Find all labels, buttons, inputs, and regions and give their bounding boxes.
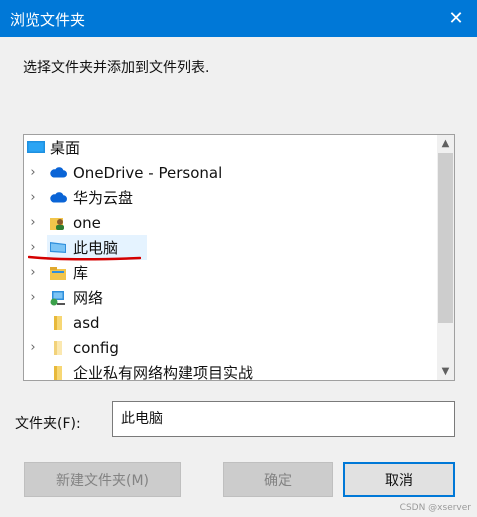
tree-item-label: OneDrive - Personal	[73, 163, 223, 182]
tree-item-label: asd	[73, 313, 100, 332]
watermark-text: CSDN @xserver	[399, 503, 471, 513]
scrollbar-thumb[interactable]	[438, 153, 453, 323]
chevron-right-icon[interactable]: ›	[27, 340, 39, 355]
cancel-button[interactable]: 取消	[343, 462, 455, 497]
tree-item-one[interactable]: › one	[24, 210, 437, 235]
chevron-right-icon[interactable]: ›	[27, 165, 39, 180]
tree-list: 桌面 › OneDrive - Personal › 华为云盘 › one › …	[24, 135, 437, 380]
window-title: 浏览文件夹	[10, 11, 86, 29]
tree-item-config[interactable]: › config	[24, 335, 437, 360]
scroll-up-icon[interactable]: ▲	[437, 135, 454, 152]
tree-item-library[interactable]: › 库	[24, 260, 437, 285]
scroll-down-icon[interactable]: ▼	[437, 363, 454, 380]
computer-icon	[49, 240, 67, 256]
network-icon	[49, 290, 67, 306]
vertical-scrollbar[interactable]: ▲ ▼	[437, 135, 454, 380]
folder-icon	[49, 340, 67, 356]
folder-tree[interactable]: 桌面 › OneDrive - Personal › 华为云盘 › one › …	[23, 134, 455, 381]
cloud-icon	[49, 165, 67, 181]
desktop-icon	[27, 140, 45, 156]
tree-item-label: 华为云盘	[73, 189, 134, 207]
tree-item-label: 网络	[73, 289, 104, 307]
tree-item-label: 企业私有网络构建项目实战	[73, 364, 254, 381]
folder-icon	[49, 365, 67, 381]
close-icon[interactable]: ✕	[435, 0, 477, 37]
tree-item-network[interactable]: › 网络	[24, 285, 437, 310]
title-bar: 浏览文件夹 ✕	[0, 0, 477, 37]
user-folder-icon	[49, 215, 67, 231]
tree-item-desktop[interactable]: 桌面	[24, 135, 437, 160]
folder-field-label: 文件夹(F):	[15, 416, 81, 432]
tree-item-huawei-cloud[interactable]: › 华为云盘	[24, 185, 437, 210]
folder-field-input[interactable]: 此电脑	[112, 401, 455, 437]
chevron-right-icon[interactable]: ›	[27, 265, 39, 280]
tree-item-label: config	[73, 338, 119, 357]
folder-icon	[49, 315, 67, 331]
library-icon	[49, 265, 67, 281]
new-folder-button[interactable]: 新建文件夹(M)	[24, 462, 181, 497]
tree-item-onedrive[interactable]: › OneDrive - Personal	[24, 160, 437, 185]
tree-item-label: 桌面	[50, 139, 81, 157]
cloud-icon	[49, 190, 67, 206]
chevron-right-icon[interactable]: ›	[27, 240, 39, 255]
tree-item-asd[interactable]: asd	[24, 310, 437, 335]
instruction-text: 选择文件夹并添加到文件列表.	[23, 60, 210, 76]
tree-item-enterprise-project[interactable]: 企业私有网络构建项目实战	[24, 360, 437, 381]
tree-item-label: one	[73, 213, 101, 232]
chevron-right-icon[interactable]: ›	[27, 190, 39, 205]
chevron-right-icon[interactable]: ›	[27, 290, 39, 305]
tree-item-label: 库	[73, 264, 89, 282]
chevron-right-icon[interactable]: ›	[27, 215, 39, 230]
browse-folder-dialog: 浏览文件夹 ✕ 选择文件夹并添加到文件列表. 桌面 › OneDrive - P…	[0, 0, 477, 517]
ok-button[interactable]: 确定	[223, 462, 333, 497]
